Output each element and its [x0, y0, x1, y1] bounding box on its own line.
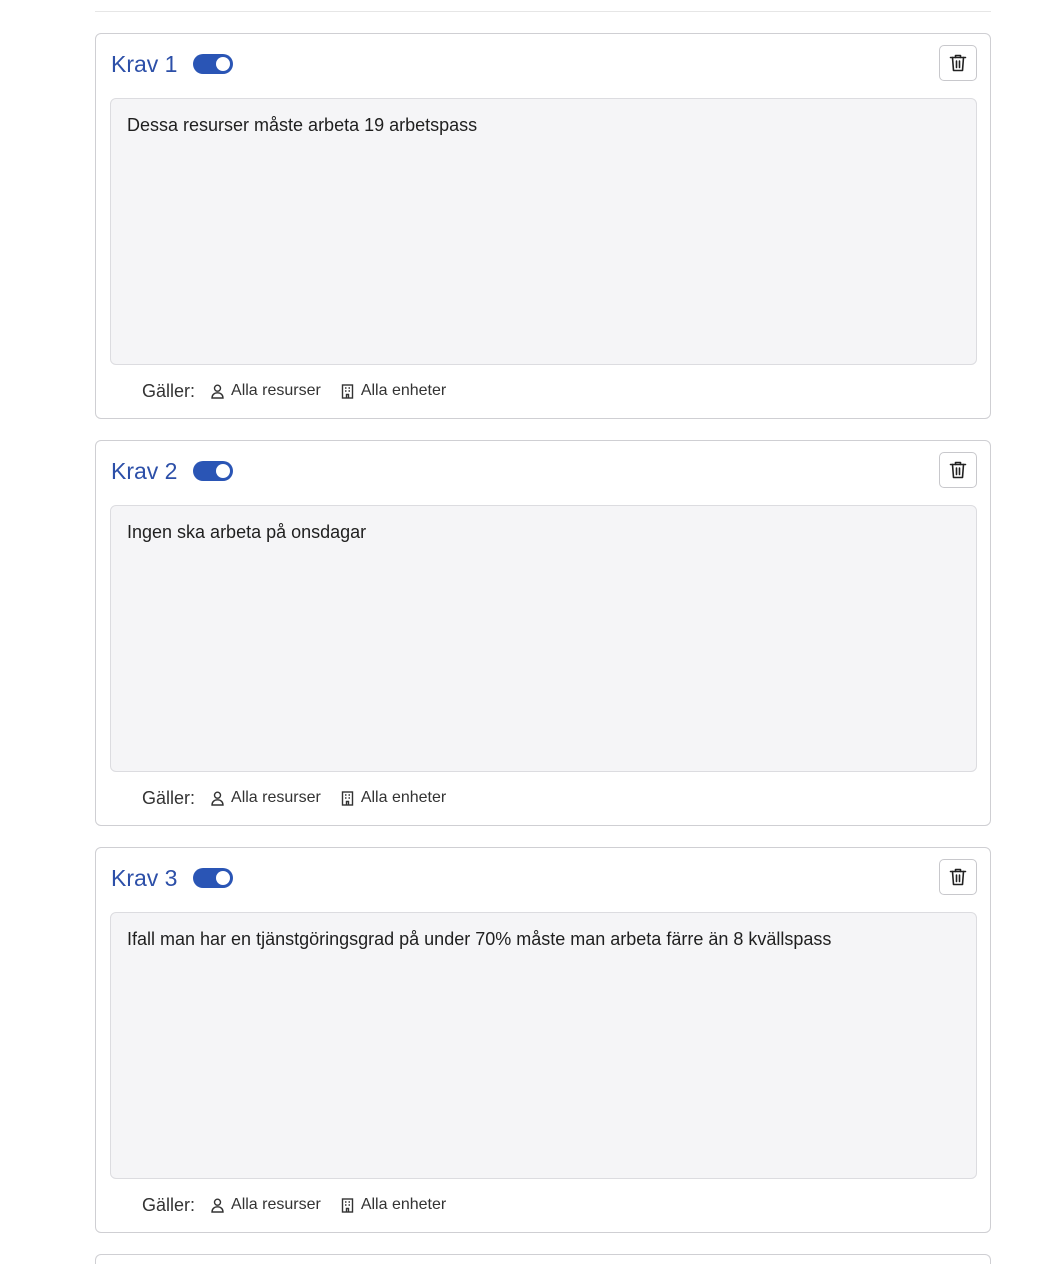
requirement-title: Krav 2 — [111, 458, 178, 484]
units-label: Alla enheter — [360, 1196, 447, 1213]
resources-selector[interactable]: Alla resurser — [211, 382, 321, 400]
requirement-card: Krav 3 Ifall man har en tjänstgöringsgra… — [95, 847, 991, 1233]
resources-label: Alla resurser — [231, 1196, 321, 1213]
resources-label: Alla resurser — [231, 382, 321, 399]
units-label: Alla enheter — [360, 789, 447, 806]
trash-icon — [949, 867, 967, 887]
card-header: Krav 3 — [111, 862, 234, 894]
requirement-enabled-toggle[interactable] — [193, 868, 234, 888]
requirement-card: Krav 2 Ingen ska arbeta på onsdagar Gäll… — [95, 440, 991, 826]
delete-requirement-button[interactable] — [939, 859, 977, 895]
requirement-card: Krav 1 Dessa resurser måste arbeta 19 ar… — [95, 33, 991, 419]
applies-to-row: Gäller: Alla resurser Alla enheter — [142, 787, 466, 809]
applies-label: Gäller: — [142, 787, 196, 808]
building-icon — [341, 383, 361, 399]
top-divider — [95, 11, 991, 12]
resources-selector[interactable]: Alla resurser — [211, 1196, 321, 1214]
next-requirement-card-edge — [95, 1254, 991, 1264]
units-selector[interactable]: Alla enheter — [341, 1196, 446, 1214]
units-selector[interactable]: Alla enheter — [341, 382, 446, 400]
trash-icon — [949, 460, 967, 480]
resources-selector[interactable]: Alla resurser — [211, 789, 321, 807]
toggle-knob — [216, 57, 231, 71]
card-header: Krav 2 — [111, 455, 234, 487]
building-icon — [341, 790, 361, 806]
requirement-text-area[interactable]: Dessa resurser måste arbeta 19 arbetspas… — [110, 98, 977, 365]
requirement-text-area[interactable]: Ingen ska arbeta på onsdagar — [110, 505, 977, 772]
requirements-list: Krav 1 Dessa resurser måste arbeta 19 ar… — [95, 33, 991, 1254]
delete-requirement-button[interactable] — [939, 45, 977, 81]
toggle-knob — [216, 871, 231, 885]
units-selector[interactable]: Alla enheter — [341, 789, 446, 807]
resources-label: Alla resurser — [231, 789, 321, 806]
applies-label: Gäller: — [142, 1194, 196, 1215]
applies-to-row: Gäller: Alla resurser Alla enheter — [142, 380, 466, 402]
requirement-text-area[interactable]: Ifall man har en tjänstgöringsgrad på un… — [110, 912, 977, 1179]
requirement-title: Krav 1 — [111, 51, 178, 77]
person-icon — [211, 1197, 231, 1213]
person-icon — [211, 790, 231, 806]
trash-icon — [949, 53, 967, 73]
toggle-knob — [216, 464, 231, 478]
requirement-title: Krav 3 — [111, 865, 178, 891]
applies-label: Gäller: — [142, 380, 196, 401]
requirement-enabled-toggle[interactable] — [193, 461, 234, 481]
person-icon — [211, 383, 231, 399]
delete-requirement-button[interactable] — [939, 452, 977, 488]
applies-to-row: Gäller: Alla resurser Alla enheter — [142, 1194, 466, 1216]
card-header: Krav 1 — [111, 48, 234, 80]
building-icon — [341, 1197, 361, 1213]
units-label: Alla enheter — [360, 382, 447, 399]
requirement-enabled-toggle[interactable] — [193, 54, 234, 74]
